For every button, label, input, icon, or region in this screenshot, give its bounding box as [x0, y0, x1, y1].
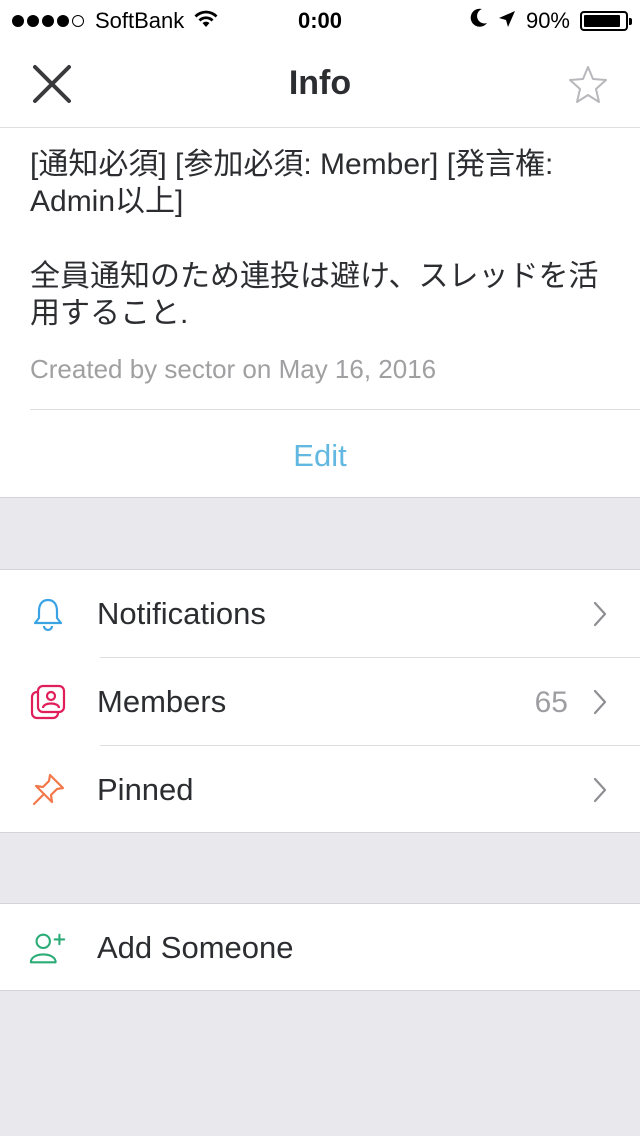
- pinned-row[interactable]: Pinned: [0, 746, 640, 834]
- star-button[interactable]: [564, 60, 612, 108]
- battery-percent: 90%: [525, 8, 570, 33]
- pinned-label: Pinned: [97, 772, 194, 807]
- page-title: Info: [288, 64, 352, 102]
- chevron-right-icon: [588, 688, 612, 716]
- battery-fill: [584, 15, 620, 27]
- channel-menu: Notifications Members 65 Pinned: [0, 569, 640, 833]
- channel-info: [通知必須] [参加必須: Member] [発言権: Admin以上] 全員通…: [0, 128, 640, 498]
- battery-tip: [629, 18, 632, 25]
- battery-icon: [580, 11, 632, 31]
- location-arrow-icon: [498, 8, 516, 34]
- channel-purpose: [通知必須] [参加必須: Member] [発言権: Admin以上]: [30, 148, 554, 218]
- chevron-right-icon: [588, 776, 612, 804]
- members-row[interactable]: Members 65: [0, 658, 640, 746]
- star-icon: [569, 66, 607, 103]
- members-icon: [28, 682, 68, 722]
- status-right: 90%: [460, 8, 632, 34]
- add-user-icon: [28, 928, 68, 968]
- channel-purpose-note: 全員通知のため連投は避け、スレッドを活用すること.: [30, 260, 599, 330]
- notifications-row[interactable]: Notifications: [0, 570, 640, 658]
- add-someone-row[interactable]: Add Someone: [0, 904, 640, 992]
- edit-button[interactable]: Edit: [0, 438, 640, 474]
- moon-icon: [470, 8, 488, 34]
- created-by: Created by sector on May 16, 2016: [30, 354, 437, 384]
- members-label: Members: [97, 684, 227, 719]
- status-bar: SoftBank 0:00 90%: [0, 0, 640, 40]
- bell-icon: [28, 594, 68, 634]
- notifications-label: Notifications: [97, 596, 266, 631]
- add-someone-group: Add Someone: [0, 903, 640, 991]
- nav-bar: Info: [0, 40, 640, 128]
- pin-icon: [28, 770, 68, 810]
- chevron-right-icon: [588, 600, 612, 628]
- divider: [30, 409, 640, 410]
- add-someone-label: Add Someone: [97, 930, 294, 965]
- members-count: 65: [534, 686, 568, 719]
